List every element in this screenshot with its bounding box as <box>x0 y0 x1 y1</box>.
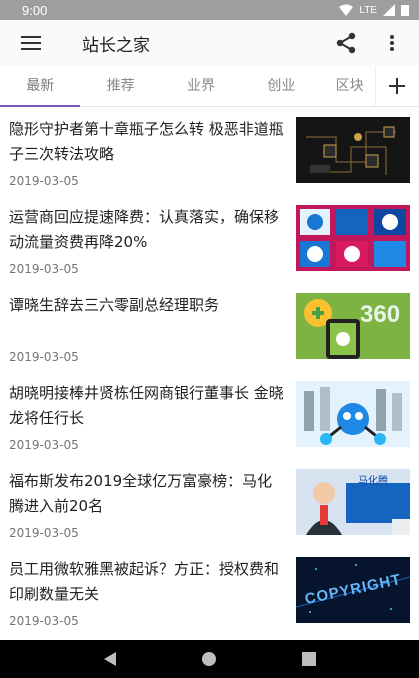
article-date: 2019-03-05 <box>9 174 79 188</box>
category-tabs: 最新 推荐 业界 创业 区块 <box>0 66 419 107</box>
status-time: 9:00 <box>22 2 48 18</box>
article-item[interactable]: 胡晓明接棒井贤栋任网商银行董事长 金晓龙将任行长 2019-03-05 <box>0 371 419 459</box>
home-icon[interactable] <box>201 651 217 667</box>
logo-360-text: 360 <box>360 301 401 328</box>
tab-industry[interactable]: 业界 <box>161 66 241 106</box>
article-date: 2019-03-05 <box>9 350 79 364</box>
article-thumbnail <box>296 381 410 447</box>
status-bar: 9:00 LTE <box>0 0 419 20</box>
recents-icon[interactable] <box>301 651 317 667</box>
article-text: 运营商回应提速降费：认真落实，确保移动流量资费再降20% 2019-03-05 <box>0 195 296 283</box>
article-title: 隐形守护者第十章瓶子怎么转 极恶非道瓶子三次转法攻略 <box>9 120 284 163</box>
app-bar: 站长之家 <box>0 20 419 66</box>
article-thumbnail: 360 <box>296 293 410 359</box>
article-thumbnail <box>296 205 410 271</box>
article-item[interactable]: 福布斯发布2019全球亿万富豪榜：马化腾进入前20名 2019-03-05 马化… <box>0 459 419 547</box>
article-thumbnail: 马化腾 <box>296 469 410 535</box>
tab-blockchain[interactable]: 区块 <box>322 66 375 106</box>
article-thumbnail <box>296 117 410 183</box>
tab-recommended[interactable]: 推荐 <box>80 66 160 106</box>
app-title: 站长之家 <box>82 35 150 56</box>
more-vert-icon[interactable] <box>375 26 409 60</box>
share-icon[interactable] <box>329 26 363 60</box>
status-icons: LTE <box>339 4 409 16</box>
plus-icon <box>389 78 406 94</box>
article-title: 胡晓明接棒井贤栋任网商银行董事长 金晓龙将任行长 <box>9 384 284 427</box>
add-tab-button[interactable] <box>374 66 419 106</box>
article-date: 2019-03-05 <box>9 262 79 276</box>
tab-startup[interactable]: 创业 <box>241 66 321 106</box>
battery-icon <box>401 5 409 16</box>
article-item[interactable]: 员工用微软雅黑被起诉？方正：授权费和印刷数量无关 2019-03-05 COPY… <box>0 547 419 635</box>
article-date: 2019-03-05 <box>9 526 79 540</box>
thumb-caption: 马化腾 <box>358 476 388 487</box>
tab-latest[interactable]: 最新 <box>0 66 81 107</box>
article-text: 谭晓生辞去三六零副总经理职务 2019-03-05 <box>0 283 296 371</box>
article-title: 福布斯发布2019全球亿万富豪榜：马化腾进入前20名 <box>9 472 273 515</box>
article-title: 运营商回应提速降费：认真落实，确保移动流量资费再降20% <box>9 208 280 251</box>
article-text: 胡晓明接棒井贤栋任网商银行董事长 金晓龙将任行长 2019-03-05 <box>0 371 296 459</box>
article-thumbnail: COPYRIGHT <box>296 557 410 623</box>
article-list: 隐形守护者第十章瓶子怎么转 极恶非道瓶子三次转法攻略 2019-03-05 运营… <box>0 107 419 635</box>
article-item[interactable]: 运营商回应提速降费：认真落实，确保移动流量资费再降20% 2019-03-05 <box>0 195 419 283</box>
article-text: 员工用微软雅黑被起诉？方正：授权费和印刷数量无关 2019-03-05 <box>0 547 296 635</box>
article-item[interactable]: 谭晓生辞去三六零副总经理职务 2019-03-05 360 <box>0 283 419 371</box>
article-text: 隐形守护者第十章瓶子怎么转 极恶非道瓶子三次转法攻略 2019-03-05 <box>0 107 296 195</box>
article-date: 2019-03-05 <box>9 614 79 628</box>
article-item[interactable]: 隐形守护者第十章瓶子怎么转 极恶非道瓶子三次转法攻略 2019-03-05 <box>0 107 419 195</box>
wifi-icon <box>339 4 354 16</box>
system-nav-bar <box>0 640 419 678</box>
menu-icon[interactable] <box>14 26 48 60</box>
article-date: 2019-03-05 <box>9 438 79 452</box>
article-title: 员工用微软雅黑被起诉？方正：授权费和印刷数量无关 <box>9 560 280 603</box>
article-title: 谭晓生辞去三六零副总经理职务 <box>9 296 220 314</box>
article-text: 福布斯发布2019全球亿万富豪榜：马化腾进入前20名 2019-03-05 <box>0 459 296 547</box>
network-type: LTE <box>359 4 377 16</box>
back-icon[interactable] <box>102 651 118 667</box>
signal-icon <box>383 4 395 16</box>
